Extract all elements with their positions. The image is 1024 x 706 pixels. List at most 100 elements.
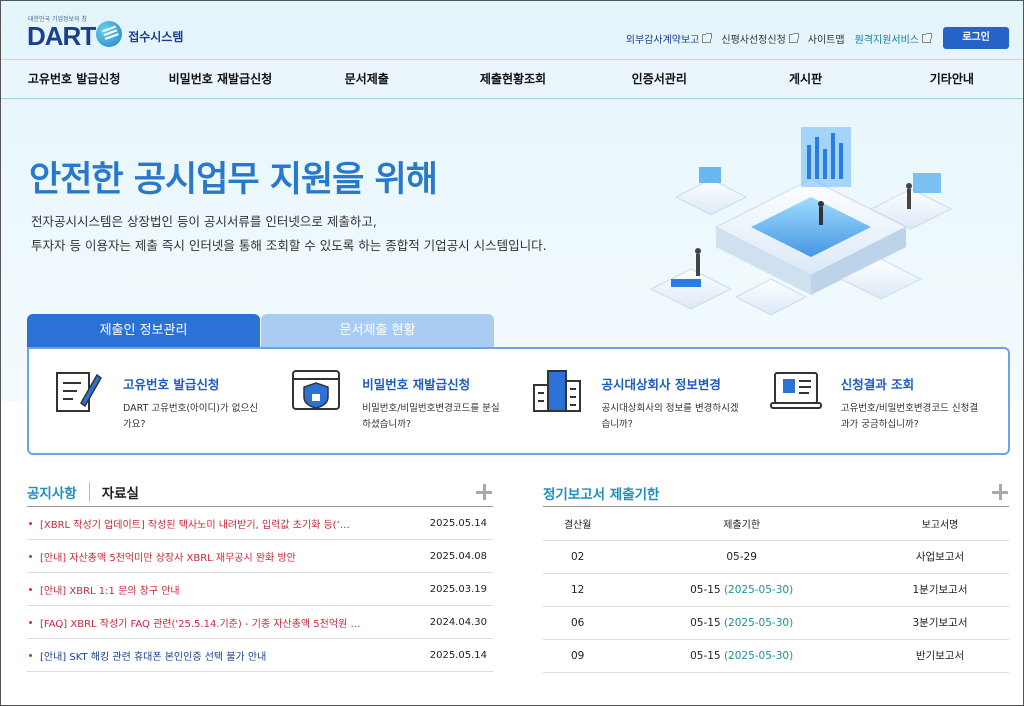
- due-date: 05-15: [690, 616, 721, 629]
- nav-item-certificate[interactable]: 인증서관리: [586, 60, 732, 98]
- notice-title: [XBRL 작성기 업데이트] 작성된 택사노미 내려받기, 입력값 초기화 등…: [40, 519, 350, 531]
- logo-subtitle: 접수시스템: [128, 30, 184, 44]
- header-due: 제출기한: [612, 507, 871, 541]
- service-title: 신청결과 조회: [840, 377, 915, 392]
- cell-report: 사업보고서: [870, 540, 1009, 574]
- tab-notice[interactable]: 공지사항: [27, 481, 90, 502]
- list-item[interactable]: [안내] XBRL 1:1 문의 창구 안내 2025.03.19: [27, 573, 493, 606]
- bullet-icon: [29, 587, 32, 591]
- page: 대한민국 기업정보의 창 DART 접수시스템 외부감사계약보고 신평사선정신청…: [0, 0, 1024, 706]
- link-sitemap[interactable]: 사이트맵: [808, 31, 845, 46]
- cell-report: 반기보고서: [870, 639, 1009, 673]
- cell-month: 06: [543, 606, 613, 640]
- table-row: 02 05-29 사업보고서: [543, 540, 1009, 574]
- bullet-icon: [29, 521, 32, 525]
- service-text: 공시대상회사 정보변경 공시대상회사의 정보를 변경하시겠습니까?: [602, 367, 742, 453]
- service-text: 고유번호 발급신청 DART 고유번호(아이디)가 없으신가요?: [123, 367, 263, 453]
- nav-item-submit-status[interactable]: 제출현황조회: [440, 60, 586, 98]
- service-text: 신청결과 조회 고유번호/비밀번호변경코드 신청결과가 궁금하십니까?: [841, 367, 981, 453]
- notice-date: 2025.05.14: [429, 517, 487, 529]
- main-nav: 고유번호 발급신청 비밀번호 재발급신청 문서제출 제출현황조회 인증서관리 게…: [1, 59, 1023, 99]
- services-panel: 고유번호 발급신청 DART 고유번호(아이디)가 없으신가요? 비밀번호 재발…: [27, 347, 1010, 455]
- link-label: 사이트맵: [807, 34, 845, 46]
- service-company-info-change[interactable]: 공시대상회사 정보변경 공시대상회사의 정보를 변경하시겠습니까?: [530, 367, 769, 453]
- cell-due: 05-15 (2025-05-30): [612, 639, 871, 673]
- dart-logo[interactable]: 대한민국 기업정보의 창 DART 접수시스템: [27, 16, 184, 51]
- header: 대한민국 기업정보의 창 DART 접수시스템 외부감사계약보고 신평사선정신청…: [1, 1, 1023, 59]
- scroll-pen-icon: [56, 372, 102, 412]
- header-month: 결산월: [543, 507, 613, 541]
- external-link-icon: [788, 32, 799, 43]
- cell-due: 05-29: [612, 540, 871, 574]
- notice-title: [FAQ] XBRL 작성기 FAQ 관련('25.5.14.기준) - 기종 …: [40, 618, 361, 630]
- list-item[interactable]: [안내] SKT 해킹 관련 휴대폰 본인인증 선택 불가 안내 2025.05.…: [27, 639, 493, 672]
- list-item[interactable]: [XBRL 작성기 업데이트] 작성된 택사노미 내려받기, 입력값 초기화 등…: [27, 507, 493, 540]
- deadline-title: 정기보고서 제출기한: [543, 483, 1009, 507]
- nav-item-board[interactable]: 게시판: [732, 60, 878, 98]
- due-date: 05-29: [726, 550, 757, 563]
- external-link-icon: [702, 32, 713, 43]
- notice-title: [안내] 자산총액 5천억미만 상장사 XBRL 재무공시 완화 방안: [40, 552, 296, 564]
- top-links: 외부감사계약보고 신평사선정신청 사이트맵 원격지원서비스 로그인: [616, 27, 1009, 49]
- deadline-section: 정기보고서 제출기한 결산월 제출기한 보고서명 02 05-29 사업보고서 …: [543, 483, 1009, 673]
- link-remote-support[interactable]: 원격지원서비스: [854, 31, 932, 46]
- link-label: 신평사선정신청: [721, 34, 786, 46]
- cell-due: 05-15 (2025-05-30): [612, 573, 871, 607]
- link-rating-agency[interactable]: 신평사선정신청: [721, 31, 799, 46]
- cell-report: 3분기보고서: [870, 606, 1009, 640]
- notice-date: 2024.04.30: [429, 616, 487, 628]
- cell-due: 05-15 (2025-05-30): [612, 606, 871, 640]
- cell-month: 02: [543, 540, 613, 574]
- link-external-audit[interactable]: 외부감사계약보고: [625, 31, 713, 46]
- bullet-icon: [29, 653, 32, 657]
- deadline-title-text: 정기보고서 제출기한: [543, 487, 660, 503]
- due-date: 05-15: [690, 649, 721, 662]
- list-item[interactable]: [FAQ] XBRL 작성기 FAQ 관련('25.5.14.기준) - 기종 …: [27, 606, 493, 639]
- service-text: 비밀번호 재발급신청 비밀번호/비밀번호변경코드를 분실하셨습니까?: [362, 367, 502, 453]
- deadline-table: 결산월 제출기한 보고서명 02 05-29 사업보고서 12 05-15 (2…: [543, 507, 1009, 673]
- extended-date: (2025-05-30): [723, 649, 794, 662]
- notice-date: 2025.04.08: [429, 550, 487, 562]
- more-plus-icon[interactable]: [991, 483, 1009, 501]
- login-button[interactable]: 로그인: [943, 27, 1009, 49]
- hero-title: 안전한 공시업무 지원을 위해: [29, 160, 438, 200]
- service-desc: 공시대상회사의 정보를 변경하시겠습니까?: [601, 403, 739, 430]
- buildings-icon: [532, 370, 581, 412]
- service-desc: DART 고유번호(아이디)가 없으신가요?: [123, 403, 258, 430]
- nav-item-document-submit[interactable]: 문서제출: [294, 60, 440, 98]
- tab-resources[interactable]: 자료실: [90, 482, 139, 502]
- nav-item-id-issue[interactable]: 고유번호 발급신청: [1, 60, 147, 98]
- cell-month: 12: [543, 573, 613, 607]
- external-link-icon: [922, 32, 932, 43]
- service-desc: 비밀번호/비밀번호변경코드를 분실하셨습니까?: [362, 403, 500, 430]
- service-id-issue[interactable]: 고유번호 발급신청 DART 고유번호(아이디)가 없으신가요?: [51, 367, 290, 453]
- lock-browser-icon: [292, 370, 341, 410]
- nav-item-other-info[interactable]: 기타안내: [879, 60, 1023, 98]
- notice-title: [안내] XBRL 1:1 문의 창구 안내: [40, 585, 180, 597]
- nav-item-password-reissue[interactable]: 비밀번호 재발급신청: [147, 60, 293, 98]
- service-desc: 고유번호/비밀번호변경코드 신청결과가 궁금하십니까?: [840, 403, 979, 430]
- cell-report: 1분기보고서: [870, 573, 1009, 607]
- notice-date: 2025.05.14: [429, 649, 487, 661]
- more-plus-icon[interactable]: [475, 483, 493, 501]
- table-row: 06 05-15 (2025-05-30) 3분기보고서: [543, 606, 1009, 640]
- notice-date: 2025.03.19: [429, 583, 487, 595]
- link-label: 원격지원서비스: [854, 34, 919, 46]
- isometric-platform-illustration: [649, 127, 953, 316]
- tab-submitter-info[interactable]: 제출인 정보관리: [27, 314, 260, 348]
- notice-section: 공지사항 자료실 [XBRL 작성기 업데이트] 작성된 택사노미 내려받기, …: [27, 481, 493, 672]
- table-header-row: 결산월 제출기한 보고서명: [543, 507, 1009, 541]
- hero-desc-line: 투자자 등 이용자는 제출 즉시 인터넷을 통해 조회할 수 있도록 하는 종합…: [31, 238, 547, 253]
- link-label: 외부감사계약보고: [625, 34, 700, 46]
- list-item[interactable]: [안내] 자산총액 5천억미만 상장사 XBRL 재무공시 완화 방안 2025.…: [27, 540, 493, 573]
- header-report: 보고서명: [870, 507, 1009, 541]
- notice-list: [XBRL 작성기 업데이트] 작성된 택사노미 내려받기, 입력값 초기화 등…: [27, 507, 493, 672]
- logo-globe-icon: [96, 21, 123, 47]
- notice-tabs: 공지사항 자료실: [27, 481, 493, 507]
- logo-text: DART: [27, 21, 96, 51]
- service-title: 고유번호 발급신청: [123, 377, 220, 392]
- laptop-document-icon: [769, 372, 822, 409]
- service-result-lookup[interactable]: 신청결과 조회 고유번호/비밀번호변경코드 신청결과가 궁금하십니까?: [769, 367, 1008, 453]
- tab-document-status[interactable]: 문서제출 현황: [261, 314, 494, 348]
- service-password-reissue[interactable]: 비밀번호 재발급신청 비밀번호/비밀번호변경코드를 분실하셨습니까?: [290, 367, 529, 453]
